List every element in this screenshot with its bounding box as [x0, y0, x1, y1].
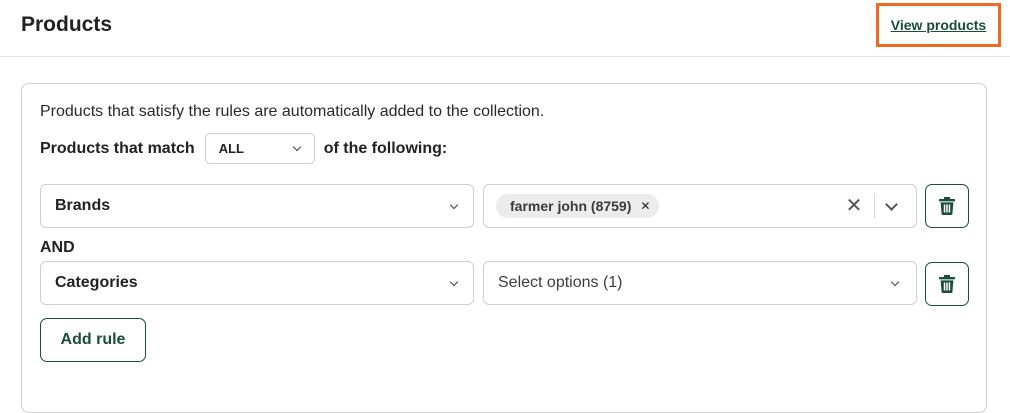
close-icon[interactable]: ✕: [841, 192, 867, 220]
match-row: Products that match ALL of the following…: [40, 133, 447, 164]
trash-icon: [939, 275, 955, 293]
rule-2-value-select[interactable]: Select options (1): [483, 261, 917, 305]
rules-description: Products that satisfy the rules are auto…: [40, 103, 545, 120]
chevron-down-icon: [890, 277, 900, 286]
chevron-down-icon: [449, 200, 459, 209]
add-rule-button[interactable]: Add rule: [40, 318, 146, 362]
rule-2-field-value: Categories: [55, 274, 138, 291]
page-title: Products: [21, 13, 113, 36]
selected-chip: farmer john (8759) ✕: [496, 194, 660, 218]
delete-rule-1-button[interactable]: [925, 184, 969, 228]
chevron-down-icon[interactable]: [885, 197, 898, 211]
value-controls: ✕: [841, 192, 904, 220]
match-mode-value: ALL: [218, 141, 244, 156]
divider: [874, 194, 875, 218]
chevron-down-icon: [449, 277, 459, 286]
match-suffix-label: of the following:: [323, 139, 448, 157]
rule-1-value-multiselect[interactable]: farmer john (8759) ✕ ✕: [483, 184, 917, 228]
rule-2-value-placeholder: Select options (1): [498, 274, 623, 291]
rule-1-field-select[interactable]: Brands: [40, 184, 474, 228]
rule-connector-and: AND: [40, 239, 75, 256]
chip-label: farmer john (8759): [510, 198, 632, 214]
view-products-highlight: View products: [876, 3, 1001, 47]
rules-card: Products that satisfy the rules are auto…: [21, 83, 987, 413]
delete-rule-2-button[interactable]: [925, 262, 969, 306]
page-header: Products View products: [0, 0, 1010, 57]
match-prefix-label: Products that match: [40, 139, 195, 157]
rule-1-field-value: Brands: [55, 197, 111, 214]
trash-icon: [939, 197, 955, 215]
rule-2-field-select[interactable]: Categories: [40, 261, 474, 305]
chevron-down-icon: [292, 142, 301, 152]
x-icon[interactable]: ✕: [640, 199, 650, 213]
view-products-link[interactable]: View products: [891, 17, 986, 33]
match-mode-select[interactable]: ALL: [204, 133, 315, 164]
